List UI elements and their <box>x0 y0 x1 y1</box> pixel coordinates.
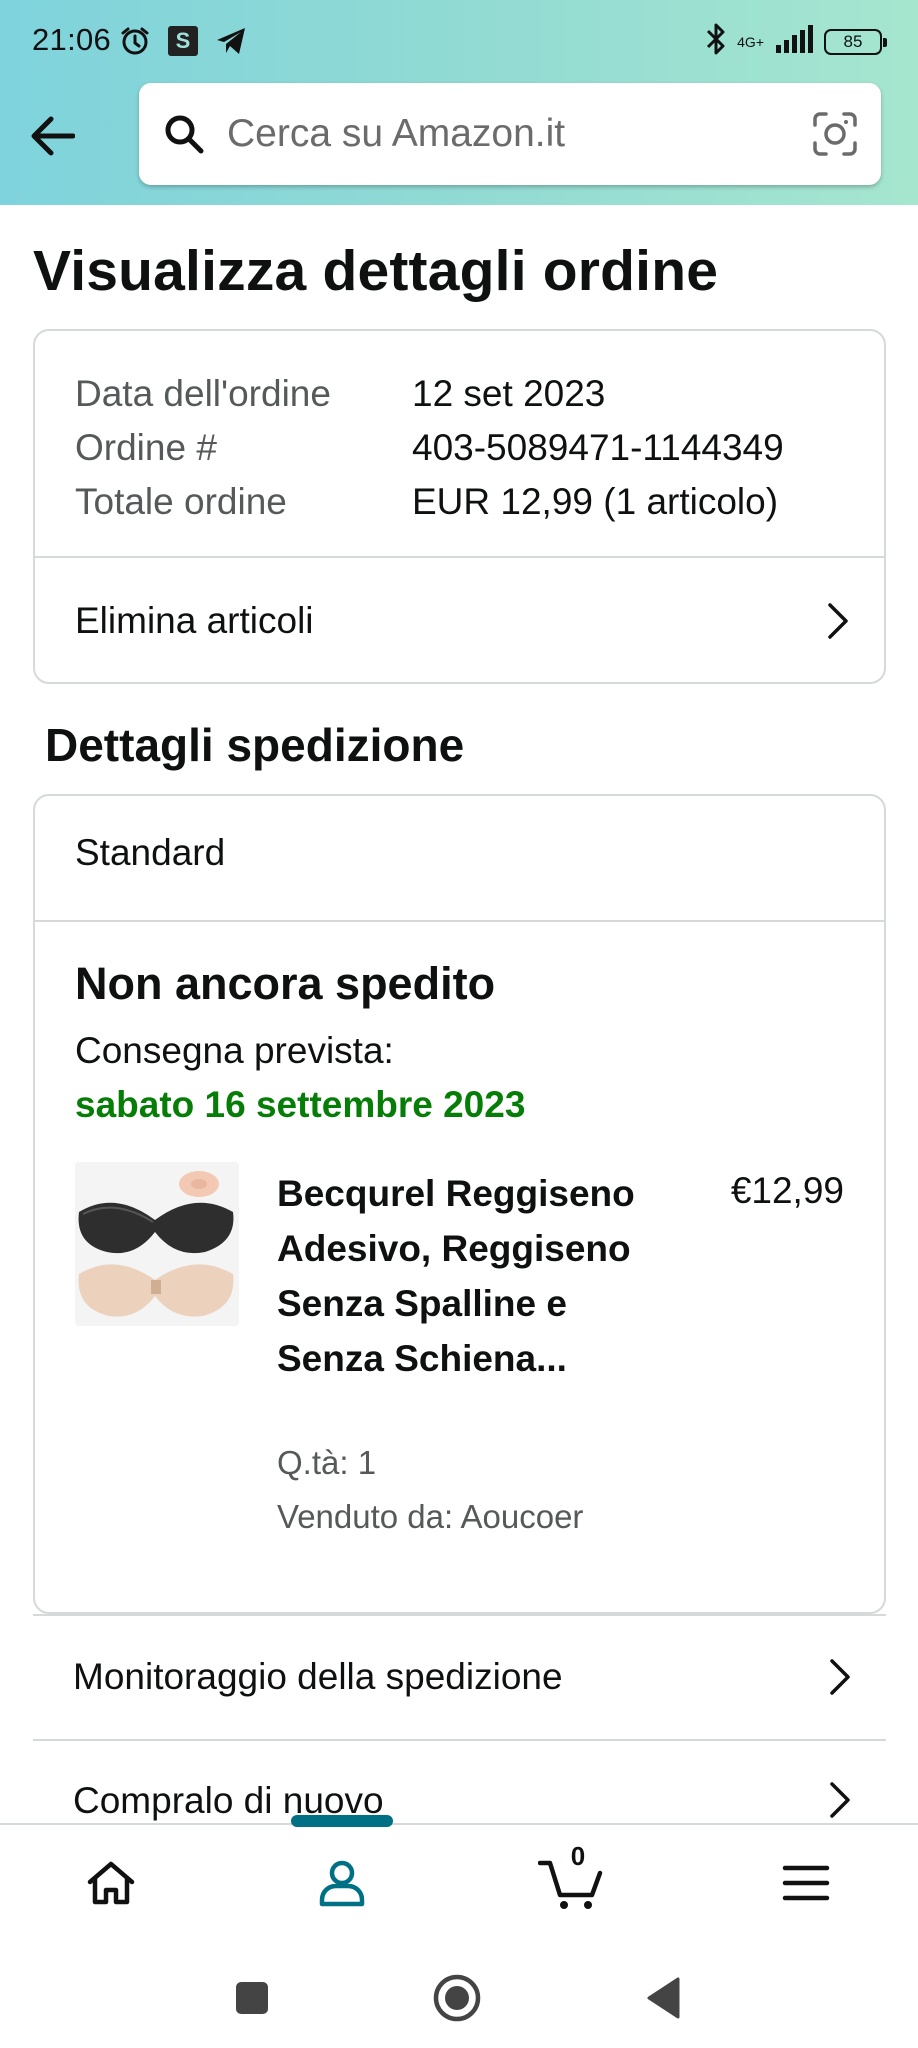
search-icon <box>161 111 207 157</box>
active-tab-indicator <box>291 1815 393 1827</box>
back-button[interactable] <box>24 108 80 164</box>
order-total-label: Totale ordine <box>75 481 287 522</box>
bottom-nav: 0 <box>0 1815 918 1938</box>
order-number-label: Ordine # <box>75 427 217 468</box>
recents-button[interactable] <box>222 1968 282 2028</box>
order-summary-card: Data dell'ordine 12 set 2023 Ordine # 40… <box>33 329 886 684</box>
shipment-card: Standard Non ancora spedito Consegna pre… <box>33 794 886 1614</box>
order-number-row: Ordine # 403-5089471-1144349 <box>75 421 784 475</box>
order-number-value: 403-5089471-1144349 <box>412 427 784 468</box>
remove-items-label: Elimina articoli <box>75 600 314 641</box>
battery-icon: 85 <box>824 28 887 55</box>
order-info: Data dell'ordine 12 set 2023 Ordine # 40… <box>75 367 784 529</box>
home-icon <box>87 1861 135 1905</box>
page-title: Visualizza dettagli ordine <box>33 239 719 303</box>
shipment-section-title: Dettagli spedizione <box>45 719 465 771</box>
delivery-label: Consegna prevista: <box>75 1030 394 1071</box>
product-quantity: Q.tà: 1 <box>277 1444 377 1481</box>
shipment-status: Non ancora spedito <box>75 958 496 1009</box>
order-date-value: 12 set 2023 <box>412 373 606 414</box>
search-input[interactable] <box>227 112 787 156</box>
bluetooth-icon <box>705 22 727 61</box>
order-total-row: Totale ordine EUR 12,99 (1 articolo) <box>75 475 784 529</box>
nav-cart[interactable]: 0 <box>527 1841 617 1923</box>
recents-square-icon <box>236 1982 268 2014</box>
home-circle-icon <box>433 1974 481 2022</box>
alarm-icon <box>118 24 152 58</box>
search-bar[interactable] <box>139 83 881 185</box>
nav-menu[interactable] <box>761 1843 851 1923</box>
product-image[interactable] <box>75 1162 239 1326</box>
menu-icon <box>782 1865 830 1901</box>
camera-lens-icon[interactable] <box>811 110 859 158</box>
product-seller: Venduto da: Aoucoer <box>277 1498 584 1535</box>
system-nav-bar <box>0 1938 918 2048</box>
telegram-icon <box>214 24 248 58</box>
buy-again-link[interactable]: Compralo di nuovo <box>33 1740 886 1822</box>
divider <box>35 920 884 922</box>
account-icon <box>319 1860 365 1907</box>
app-header: 21:06 S 4G+ 85 <box>0 0 918 205</box>
order-date-label: Data dell'ordine <box>75 373 331 414</box>
chevron-right-icon <box>824 1778 856 1822</box>
status-bar: 21:06 S 4G+ 85 <box>0 0 918 84</box>
signal-icon <box>774 25 814 58</box>
shipping-method: Standard <box>75 832 226 873</box>
nav-account[interactable] <box>297 1843 387 1923</box>
order-total-value: EUR 12,99 (1 articolo) <box>412 481 779 522</box>
product-price: €12,99 <box>730 1170 844 1211</box>
track-shipment-link[interactable]: Monitoraggio della spedizione <box>33 1615 886 1739</box>
back-system-button[interactable] <box>634 1968 694 2028</box>
order-date-row: Data dell'ordine 12 set 2023 <box>75 367 784 421</box>
arrow-left-icon <box>31 116 75 156</box>
network-label: 4G+ <box>737 33 764 50</box>
s-app-icon: S <box>166 24 200 58</box>
status-time: 21:06 <box>32 22 112 57</box>
product-title-link[interactable]: Becqurel Reggiseno Adesivo, Reggiseno Se… <box>277 1166 677 1386</box>
cart-count: 0 <box>570 1841 586 1871</box>
chevron-right-icon <box>822 599 854 643</box>
remove-items-link[interactable]: Elimina articoli <box>35 558 884 684</box>
back-triangle-icon <box>647 1977 680 2019</box>
track-shipment-label: Monitoraggio della spedizione <box>73 1656 563 1697</box>
nav-home[interactable] <box>66 1843 156 1923</box>
home-system-button[interactable] <box>427 1968 487 2028</box>
chevron-right-icon <box>824 1655 856 1699</box>
delivery-date: sabato 16 settembre 2023 <box>75 1084 526 1125</box>
